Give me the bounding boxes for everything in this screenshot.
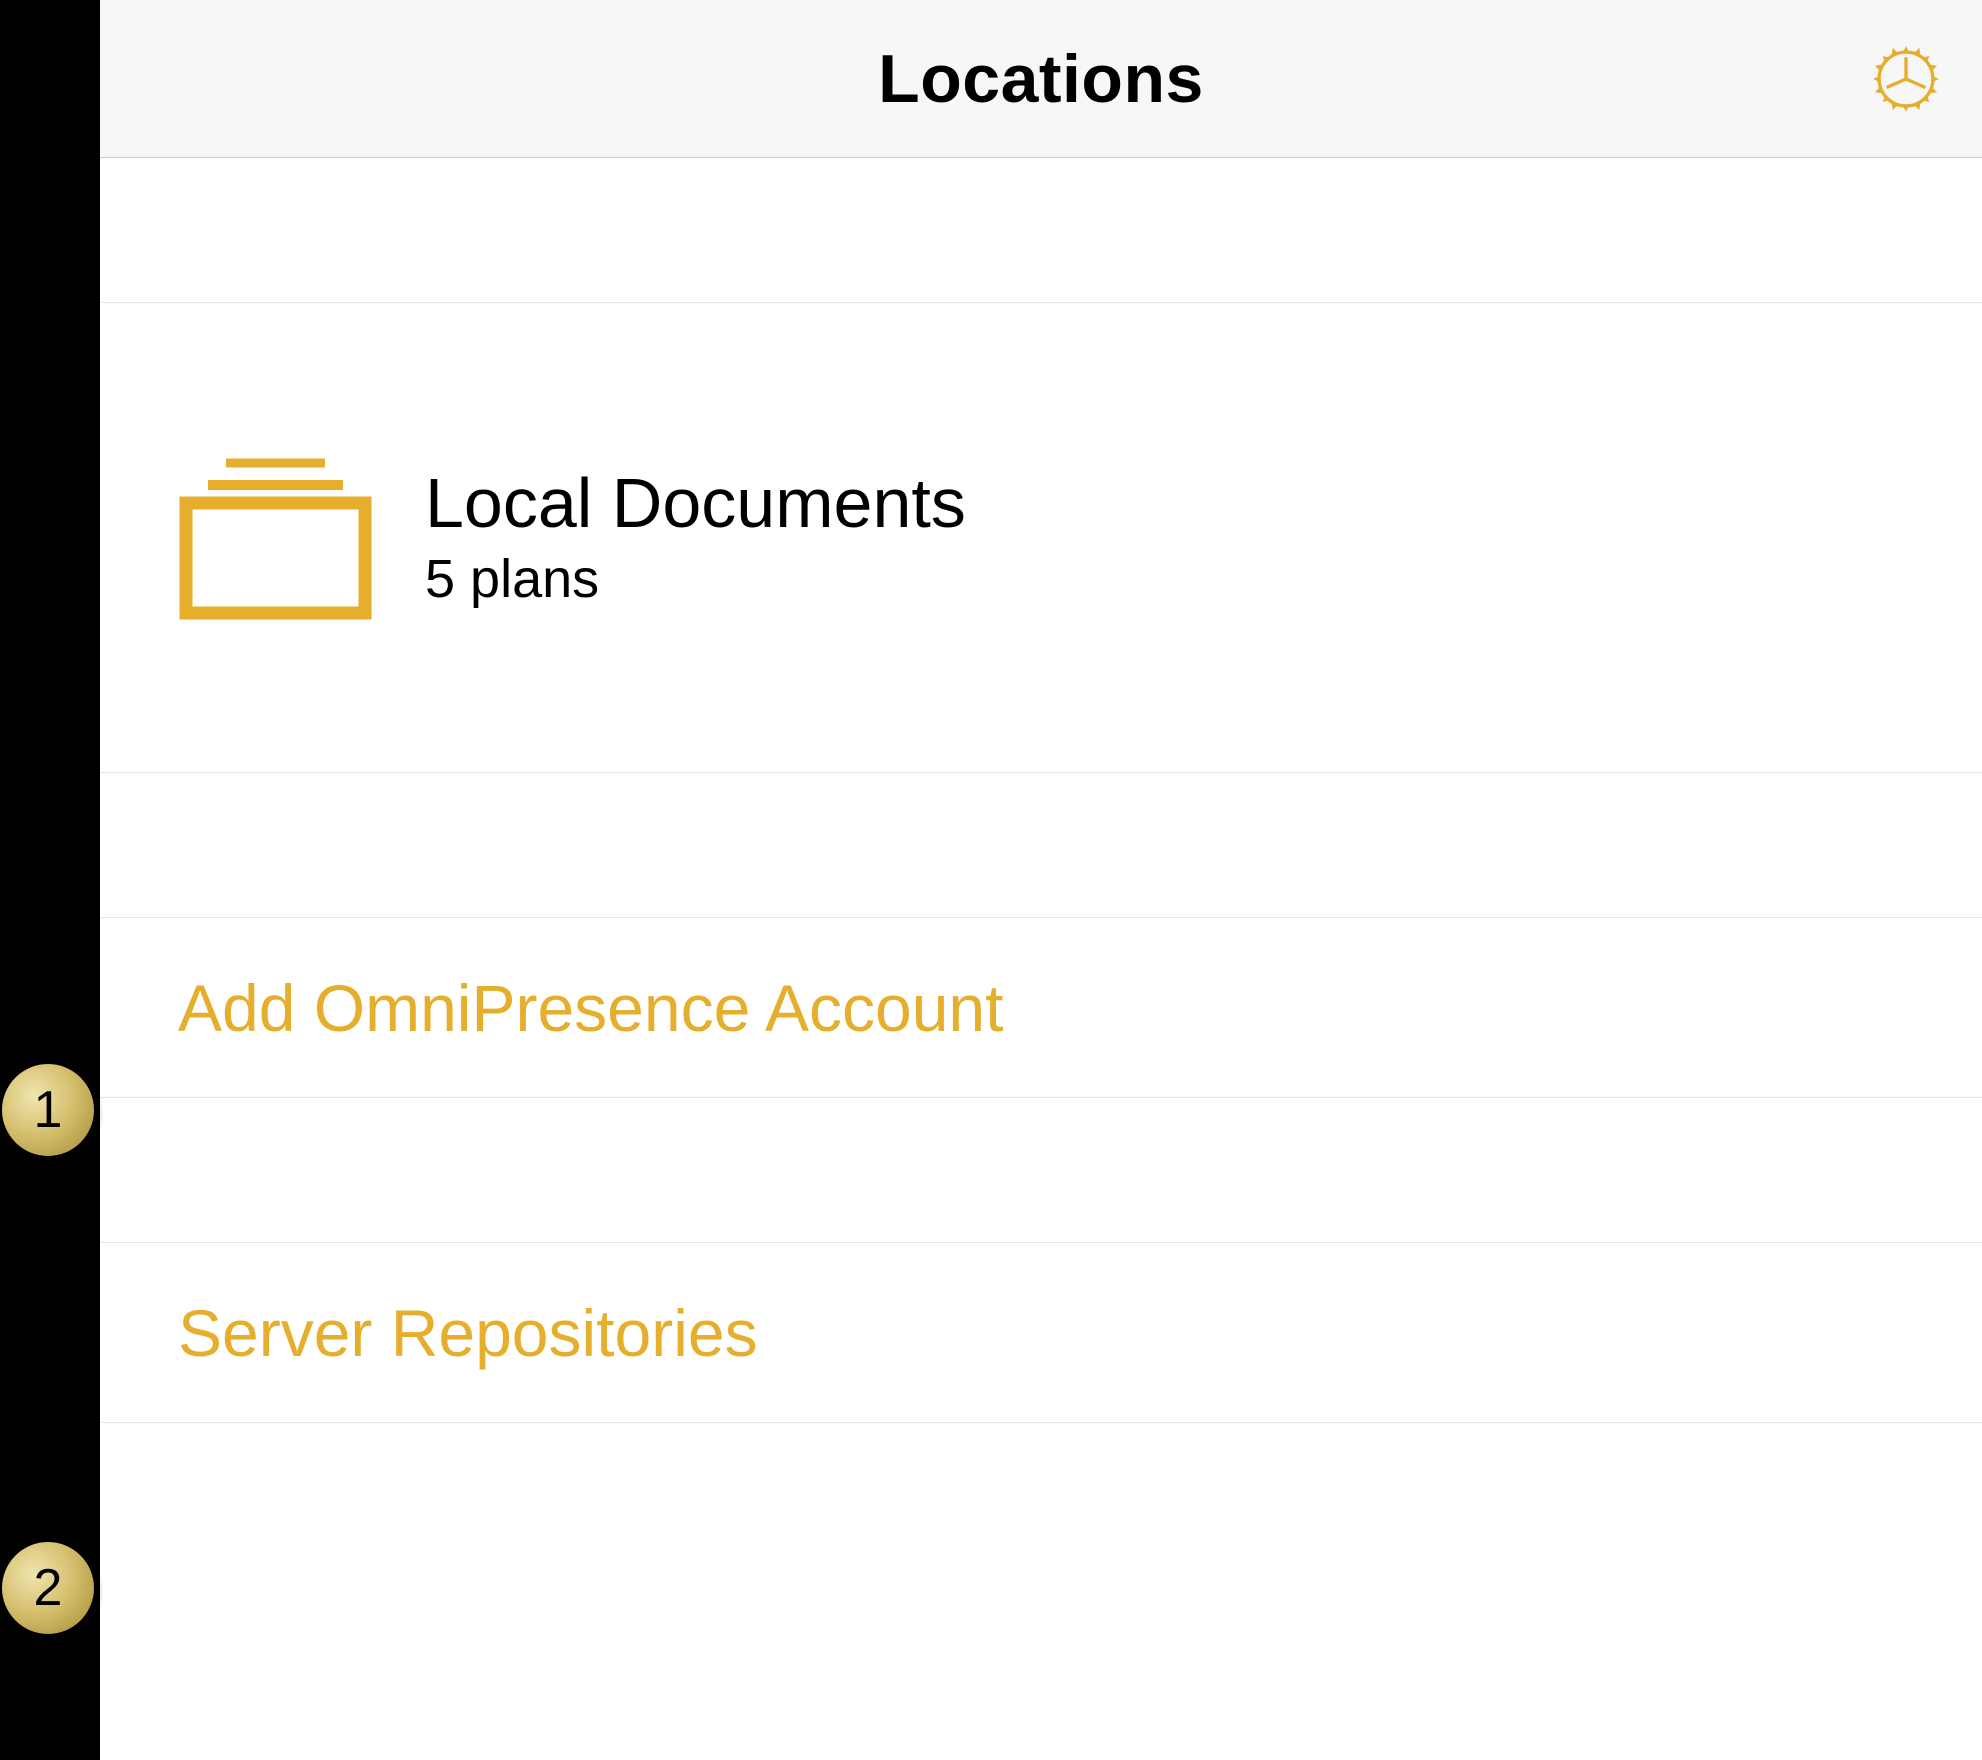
app-frame: Locations <box>100 0 1982 1760</box>
spacer-row <box>100 158 1982 303</box>
callout-number: 2 <box>34 1558 63 1618</box>
server-repositories-label: Server Repositories <box>178 1295 758 1371</box>
callout-badge-2: 2 <box>0 1540 96 1636</box>
gear-icon <box>1864 37 1948 121</box>
local-documents-title: Local Documents <box>425 465 966 542</box>
content-area: Local Documents 5 plans Add OmniPresence… <box>100 158 1982 1760</box>
add-omnipresence-row[interactable]: Add OmniPresence Account <box>100 918 1982 1098</box>
spacer-row <box>100 773 1982 918</box>
callout-badge-1: 1 <box>0 1062 96 1158</box>
header-bar: Locations <box>100 0 1982 158</box>
callout-number: 1 <box>34 1080 63 1140</box>
page-title: Locations <box>878 40 1204 118</box>
server-repositories-row[interactable]: Server Repositories <box>100 1243 1982 1423</box>
spacer-row <box>100 1098 1982 1243</box>
local-documents-row[interactable]: Local Documents 5 plans <box>100 303 1982 773</box>
local-documents-text: Local Documents 5 plans <box>425 465 966 610</box>
add-omnipresence-label: Add OmniPresence Account <box>178 970 1003 1046</box>
folder-stack-icon <box>178 455 373 620</box>
bottom-spacer <box>100 1423 1982 1760</box>
settings-button[interactable] <box>1864 37 1948 121</box>
local-documents-subtitle: 5 plans <box>425 548 966 610</box>
